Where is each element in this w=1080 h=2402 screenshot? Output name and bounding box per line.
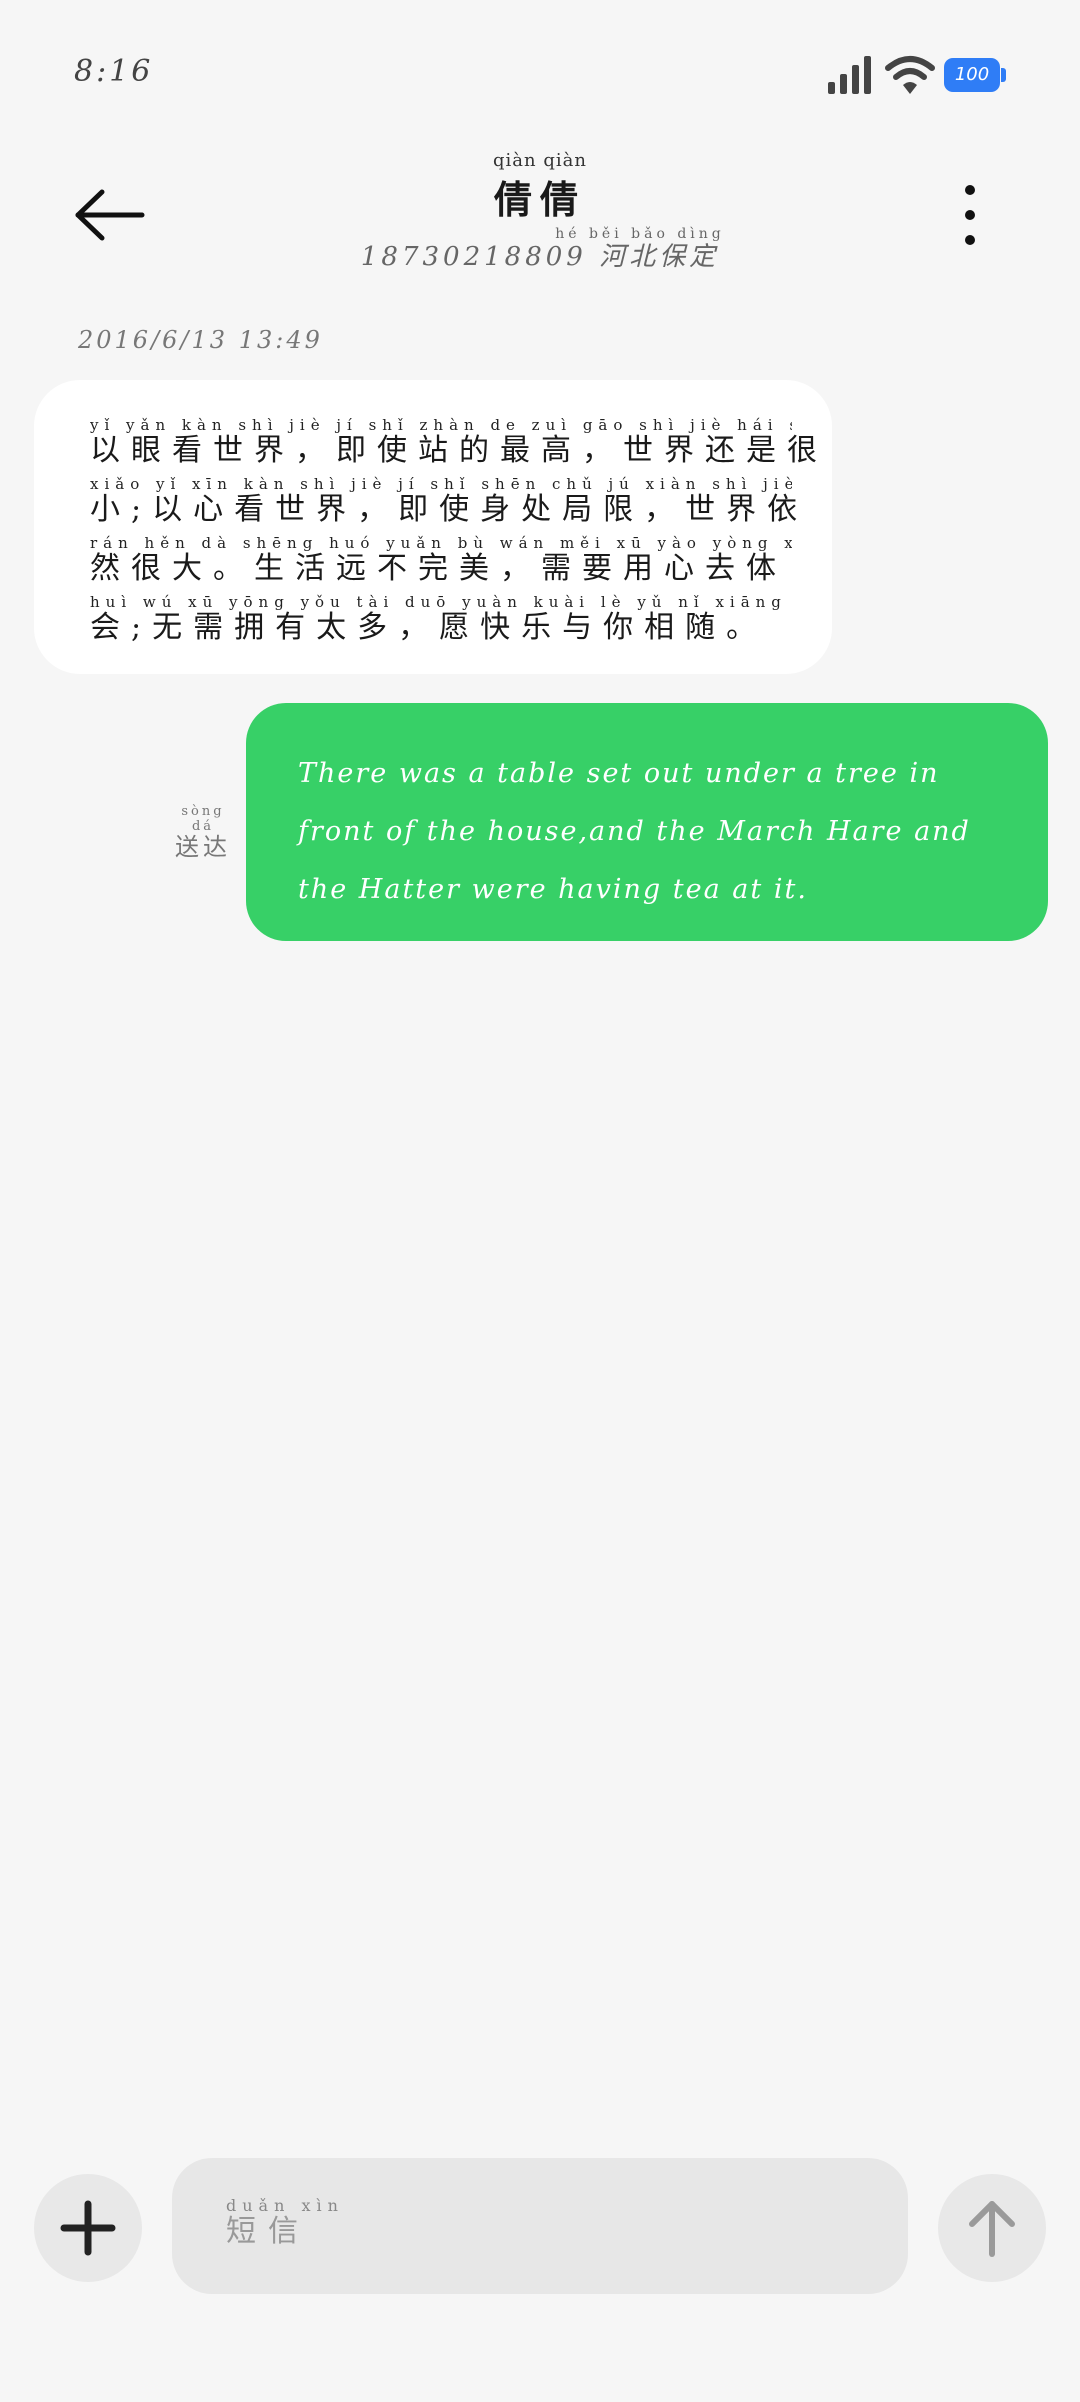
contact-name-pinyin: qiàn qiàn <box>493 150 587 171</box>
incoming-message-bubble[interactable]: yǐ yǎn kàn shì jiè jí shǐ zhàn de zuì gā… <box>34 380 832 674</box>
add-attachment-button[interactable] <box>34 2174 142 2282</box>
send-button[interactable] <box>938 2174 1046 2282</box>
arrow-left-icon <box>75 189 145 241</box>
wifi-icon <box>885 56 935 94</box>
message-line-pinyin: huì wú xū yōng yǒu tài duō yuàn kuài lè … <box>90 593 792 610</box>
message-line-pinyin: yǐ yǎn kàn shì jiè jí shǐ zhàn de zuì gā… <box>90 416 792 433</box>
plus-icon <box>60 2200 116 2256</box>
message-input-placeholder: 短信 <box>226 2214 310 2249</box>
message-line: xiǎo yǐ xīn kàn shì jiè jí shǐ shēn chǔ … <box>90 475 809 528</box>
message-line: huì wú xū yōng yǒu tài duō yuàn kuài lè … <box>90 593 792 646</box>
contact-location: 河北保定 <box>599 242 720 272</box>
message-timestamp: 2016/6/13 13:49 <box>78 326 323 354</box>
more-options-button[interactable] <box>946 180 994 250</box>
message-line-text: 会;无需拥有太多，愿快乐与你相随。 <box>90 610 768 645</box>
cellular-signal-icon <box>828 56 871 94</box>
message-line-pinyin: rán hěn dà shēng huó yuǎn bù wán měi xū … <box>90 534 792 551</box>
arrow-up-icon <box>969 2201 1015 2257</box>
message-composer: duǎn xìn 短信 <box>0 2140 1080 2300</box>
message-line-text: 然很大。生活远不完美，需要用心去体 <box>90 551 787 586</box>
outgoing-message-text: There was a table set out under a tree i… <box>298 758 971 905</box>
contact-info[interactable]: qiàn qiàn 倩倩 hé běi bǎo dìng 18730218809… <box>300 150 780 273</box>
contact-phone: 18730218809 <box>360 242 587 272</box>
contact-details: hé běi bǎo dìng 18730218809 河北保定 <box>300 226 780 273</box>
delivery-status: sòng dá 送达 <box>170 804 236 860</box>
contact-name: 倩倩 <box>493 177 586 222</box>
message-line: yǐ yǎn kàn shì jiè jí shǐ zhàn de zuì gā… <box>90 416 828 469</box>
outgoing-message-bubble[interactable]: There was a table set out under a tree i… <box>246 703 1048 941</box>
message-line: rán hěn dà shēng huó yuǎn bù wán měi xū … <box>90 534 792 587</box>
more-vertical-icon <box>965 185 975 245</box>
message-input[interactable]: duǎn xìn 短信 <box>172 2158 908 2294</box>
message-line-text: 小;以心看世界，即使身处局限，世界依 <box>90 492 809 527</box>
battery-tip <box>1001 68 1006 82</box>
message-input-placeholder-pinyin: duǎn xìn <box>226 2196 344 2215</box>
message-line-pinyin: xiǎo yǐ xīn kàn shì jiè jí shǐ shēn chǔ … <box>90 475 792 492</box>
conversation-header: qiàn qiàn 倩倩 hé běi bǎo dìng 18730218809… <box>0 150 1080 280</box>
battery-level: 100 <box>944 58 1000 92</box>
location-pinyin: hé běi bǎo dìng <box>555 226 725 242</box>
battery-indicator: 100 <box>944 56 1008 94</box>
delivery-status-pinyin: sòng dá <box>181 804 225 834</box>
message-line-text: 以眼看世界，即使站的最高，世界还是很 <box>90 433 828 468</box>
delivery-status-text: 送达 <box>175 833 231 861</box>
status-time: 8:16 <box>74 54 154 89</box>
back-button[interactable] <box>70 180 150 250</box>
status-bar: 8:16 100 <box>0 0 1080 150</box>
